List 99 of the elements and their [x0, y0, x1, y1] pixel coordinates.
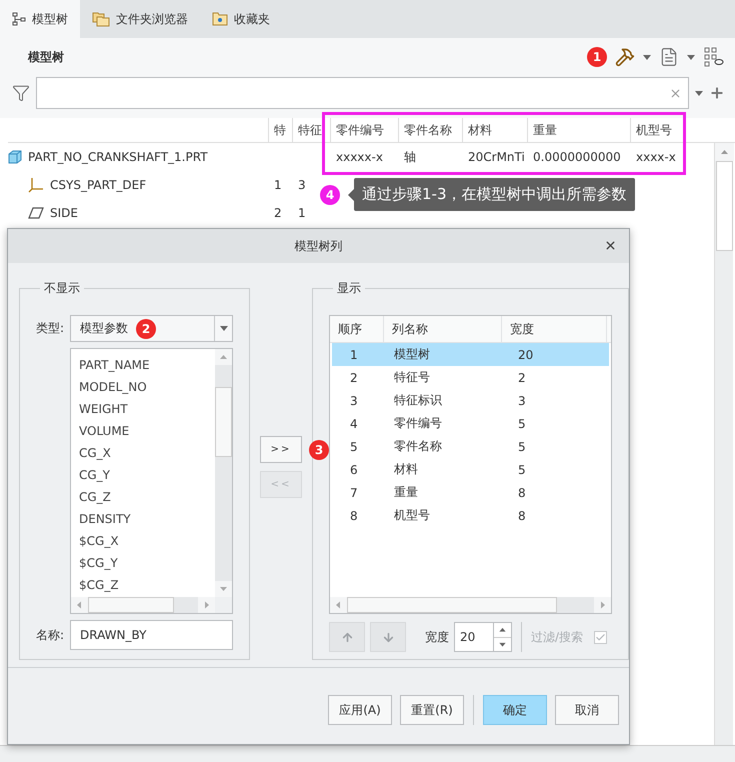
cube-icon — [8, 150, 22, 164]
scroll-up-icon[interactable] — [215, 349, 232, 365]
panel-title: 模型树 — [28, 48, 65, 66]
name-field[interactable]: DRAWN_BY — [70, 620, 233, 650]
list-item[interactable]: CG_Y — [79, 464, 215, 486]
table-cell-text: 0.0000000000 — [532, 150, 622, 164]
table-row[interactable]: 5 零件名称 5 — [332, 435, 609, 458]
table-cell-text: 20CrMnTi — [467, 150, 523, 164]
caret-icon[interactable] — [643, 54, 651, 60]
folders-icon — [92, 11, 110, 27]
table-row[interactable]: 4 零件编号 5 — [332, 412, 609, 435]
scrollbar-corner — [215, 597, 232, 613]
search-field[interactable] — [36, 77, 689, 109]
scroll-left-icon[interactable] — [71, 597, 88, 613]
table-row[interactable]: 3 特征标识 3 — [332, 389, 609, 412]
table-row[interactable]: 6 材料 5 — [332, 458, 609, 481]
field-label: 名称: — [36, 626, 66, 644]
scroll-left-icon[interactable] — [330, 597, 347, 613]
dialog-button[interactable]: 取消 — [555, 695, 619, 725]
type-dropdown[interactable]: 模型参数 2 — [70, 315, 233, 342]
list-item[interactable]: CG_Z — [79, 486, 215, 508]
plane-icon — [28, 207, 44, 219]
list-item[interactable]: WEIGHT — [79, 398, 215, 420]
folder-star-icon — [212, 12, 228, 26]
scrollbar[interactable] — [330, 597, 611, 613]
list-item[interactable]: MODEL_NO — [79, 376, 215, 398]
field-label: 类型: — [36, 320, 66, 337]
axes-icon — [28, 177, 44, 193]
column-header[interactable]: 零件编号 — [330, 118, 398, 142]
list-item[interactable]: CG_X — [79, 442, 215, 464]
field-label: 宽度 — [425, 628, 449, 646]
columns-icon[interactable] — [703, 46, 725, 68]
table-cell-text: xxxx-x — [635, 150, 677, 164]
column-header[interactable]: 机型号 — [630, 118, 685, 142]
table-row[interactable]: 2 特征号 2 — [332, 366, 609, 389]
column-header[interactable]: 材料 — [462, 118, 527, 142]
tree-item[interactable]: SIDE — [50, 206, 78, 220]
scroll-right-icon[interactable] — [198, 597, 215, 613]
group-label: 显示 — [336, 280, 362, 297]
close-icon[interactable] — [604, 239, 617, 252]
table-cell-text: 轴 — [403, 148, 417, 166]
dialog-title: 模型树列 — [294, 238, 342, 254]
scrollbar[interactable] — [71, 597, 215, 613]
callout-tooltip: 通过步骤1-3，在模型树中调出所需参数 — [354, 178, 634, 211]
table-cell-text: 1 — [273, 178, 283, 192]
arrow-up-icon — [340, 630, 354, 644]
arrow-down-icon — [382, 630, 394, 644]
column-header[interactable]: 顺序 — [330, 316, 384, 342]
column-header[interactable]: 列名称 — [384, 316, 502, 342]
table-row[interactable]: 1 模型树 20 — [332, 343, 609, 366]
scroll-up-icon[interactable] — [714, 143, 734, 161]
scroll-down-icon[interactable] — [215, 581, 232, 597]
group-label: 不显示 — [43, 280, 81, 297]
tab[interactable]: 收藏夹 — [200, 0, 282, 38]
width-field[interactable]: 20 — [454, 622, 493, 652]
column-header[interactable]: 零件名称 — [398, 118, 462, 142]
dialog-button[interactable]: 确定 — [483, 695, 547, 725]
spin-buttons[interactable] — [493, 622, 512, 652]
dialog-button[interactable]: 重置(R) — [400, 695, 464, 725]
scroll-right-icon[interactable] — [594, 597, 611, 613]
caret-icon[interactable] — [687, 54, 695, 60]
document-icon[interactable] — [659, 47, 679, 67]
table-cell-text: 3 — [297, 178, 307, 192]
list-item[interactable]: $CG_X — [79, 530, 215, 552]
table-cell-text: 2 — [273, 206, 283, 220]
list-item[interactable]: $CG_Z — [79, 574, 215, 596]
table-row[interactable]: 8 机型号 8 — [332, 504, 609, 527]
tree-item[interactable]: CSYS_PART_DEF — [50, 178, 146, 192]
column-header[interactable]: 重量 — [527, 118, 630, 142]
step-badge: 1 — [587, 47, 607, 67]
table-cell-text: 1 — [297, 206, 307, 220]
step-badge: 3 — [309, 440, 329, 460]
list-item[interactable]: DENSITY — [79, 508, 215, 530]
tab[interactable]: 模型树 — [0, 0, 80, 38]
add-button[interactable]: >> — [260, 436, 302, 463]
table-row[interactable]: 7 重量 8 — [332, 481, 609, 504]
hammer-icon[interactable] — [615, 47, 635, 67]
scroll-thumb[interactable] — [716, 161, 732, 251]
scrollbar[interactable] — [714, 143, 733, 745]
list-item[interactable]: PART_NAME — [79, 354, 215, 376]
checkbox[interactable] — [594, 630, 608, 644]
step-badge: 2 — [136, 318, 156, 338]
column-header[interactable]: 特 — [268, 118, 292, 142]
tree-item[interactable]: PART_NO_CRANKSHAFT_1.PRT — [28, 150, 208, 164]
caret-icon[interactable] — [695, 90, 703, 96]
scrollbar[interactable] — [215, 349, 232, 597]
dialog-button[interactable]: 应用(A) — [328, 695, 392, 725]
checkbox-label: 过滤/搜索 — [531, 628, 584, 646]
column-header[interactable]: 宽度 — [502, 316, 607, 342]
filter-icon[interactable] — [12, 84, 30, 102]
clear-icon[interactable] — [669, 86, 682, 100]
table-cell-text: xxxxx-x — [335, 150, 384, 164]
list-item[interactable]: $CG_Y — [79, 552, 215, 574]
column-header[interactable]: 特征 — [292, 118, 330, 142]
tree-icon — [12, 12, 26, 26]
add-icon[interactable] — [709, 85, 725, 101]
tab[interactable]: 文件夹浏览器 — [80, 0, 200, 38]
list-item[interactable]: VOLUME — [79, 420, 215, 442]
caret-icon — [220, 326, 228, 331]
